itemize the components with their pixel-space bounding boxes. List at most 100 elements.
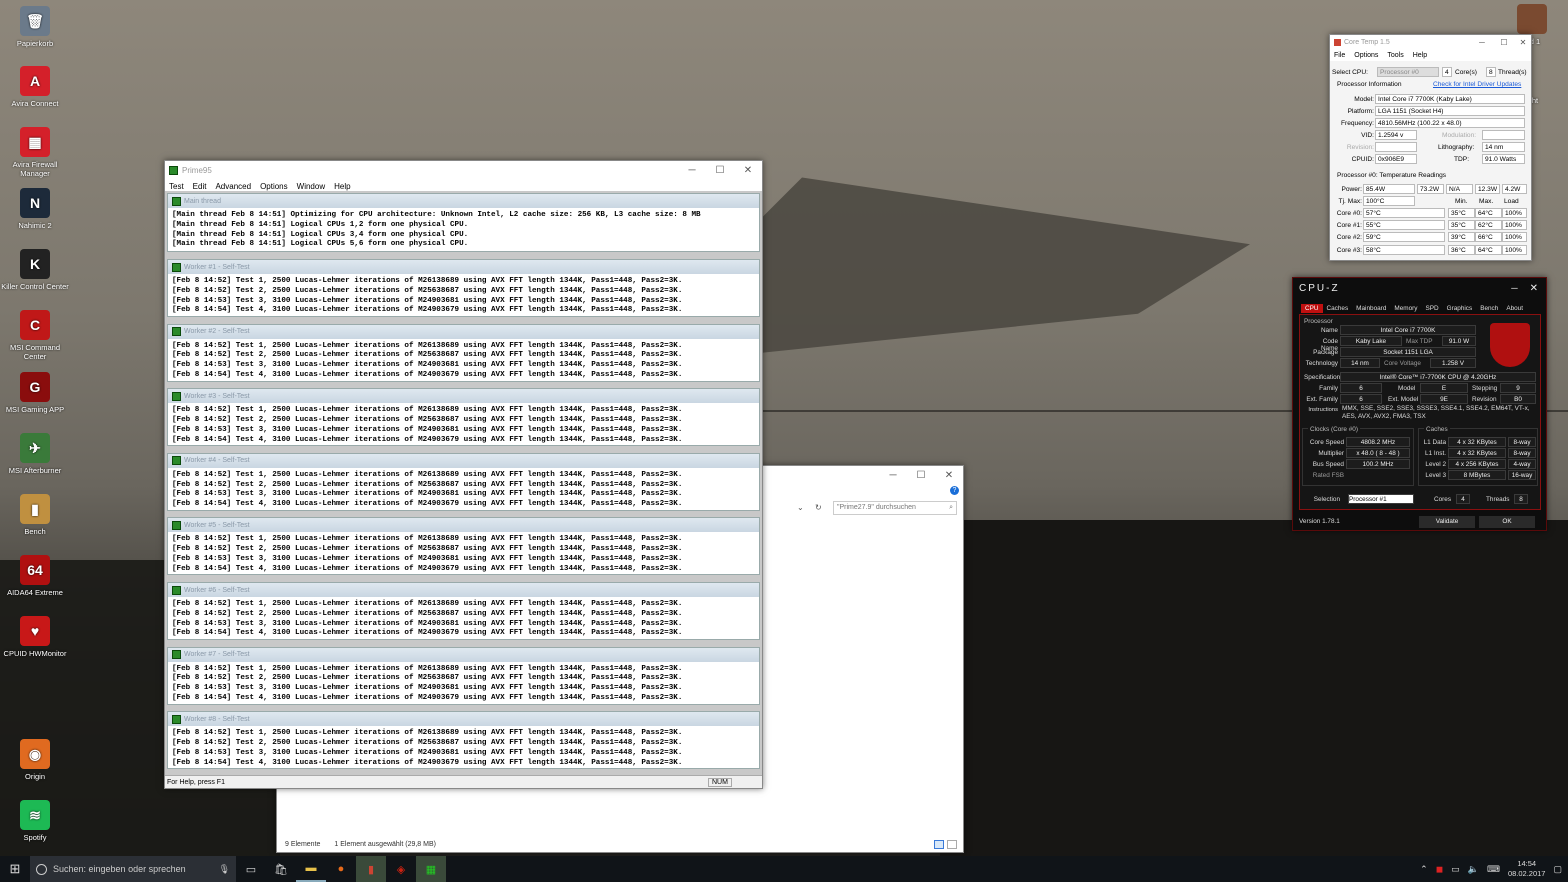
load-column-header: Load	[1504, 198, 1519, 205]
maximize-icon[interactable]: ☐	[706, 165, 734, 176]
menu-item-options[interactable]: Options	[260, 182, 288, 191]
menu-item-help[interactable]: Help	[1413, 52, 1427, 59]
desktop-icon[interactable]: 64 AIDA64 Extreme	[0, 555, 70, 597]
minimize-icon[interactable]: ─	[1511, 283, 1519, 293]
cpuz-taskbar-icon[interactable]: ◈	[386, 856, 416, 882]
processor-select[interactable]: Processor #0	[1377, 67, 1439, 77]
maximize-icon[interactable]: ☐	[1493, 38, 1515, 47]
chevron-up-icon[interactable]: ⌃	[1420, 864, 1428, 875]
tab-memory[interactable]: Memory	[1390, 304, 1421, 313]
coretemp-taskbar-icon[interactable]: ▮	[356, 856, 386, 882]
desktop-icon[interactable]: A Avira Connect	[0, 66, 70, 108]
menu-item-advanced[interactable]: Advanced	[215, 182, 251, 191]
close-icon[interactable]: ✕	[935, 470, 963, 481]
worker-window[interactable]: Worker #8 - Self-Test [Feb 8 14:52] Test …	[167, 711, 760, 770]
close-icon[interactable]: ✕	[1530, 283, 1540, 294]
minimize-icon[interactable]: ─	[1471, 38, 1493, 47]
firefox-icon[interactable]: ●	[326, 856, 356, 882]
store-icon[interactable]: 🛍	[266, 856, 296, 882]
log-line: [Feb 8 14:52] Test 2, 2500 Lucas-Lehmer …	[172, 545, 683, 554]
close-icon[interactable]: ✕	[1515, 38, 1531, 47]
tab-mainboard[interactable]: Mainboard	[1352, 304, 1390, 313]
prime95-titlebar[interactable]: Prime95 ─ ☐ ✕	[165, 161, 762, 179]
desktop-icon[interactable]: N Nahimic 2	[0, 188, 70, 230]
coretemp-titlebar[interactable]: Core Temp 1.5 ─ ☐ ✕	[1330, 35, 1531, 49]
worker-window[interactable]: Worker #2 - Self-Test [Feb 8 14:52] Test …	[167, 323, 760, 382]
maximize-icon[interactable]: ☐	[907, 470, 935, 481]
close-icon[interactable]: ✕	[734, 165, 762, 176]
minimize-icon[interactable]: ─	[879, 470, 907, 481]
worker-titlebar[interactable]: Main thread	[168, 194, 759, 208]
desktop-icon[interactable]: C MSI Command Center	[0, 310, 70, 361]
prime95-taskbar-icon[interactable]: ▦	[416, 856, 446, 882]
desktop-icon[interactable]: ✈ MSI Afterburner	[0, 433, 70, 475]
menu-item-tools[interactable]: Tools	[1387, 52, 1403, 59]
menu-item-test[interactable]: Test	[169, 182, 184, 191]
tab-cpu[interactable]: CPU	[1301, 304, 1323, 313]
worker-titlebar[interactable]: Worker #5 - Self-Test	[168, 518, 759, 533]
volume-icon[interactable]: 🔈	[1468, 864, 1479, 875]
menu-item-help[interactable]: Help	[334, 182, 350, 191]
worker-window[interactable]: Worker #5 - Self-Test [Feb 8 14:52] Test …	[167, 517, 760, 576]
menu-item-window[interactable]: Window	[297, 182, 325, 191]
max-tdp-value: 91.0 W	[1442, 336, 1476, 346]
worker-titlebar[interactable]: Worker #3 - Self-Test	[168, 389, 759, 404]
prime95-window[interactable]: Prime95 ─ ☐ ✕ Test Edit Advanced Options Windo…	[164, 160, 763, 789]
cpuz-titlebar[interactable]: CPU-Z ─ ✕	[1293, 278, 1546, 298]
taskbar: ⊞ Suchen: eingeben oder sprechen 🎙 ▭ 🛍 ▬…	[0, 856, 1568, 882]
windows-start-icon[interactable]: ⊞	[0, 856, 30, 882]
chevron-down-icon[interactable]: ⌄	[797, 503, 809, 513]
cpuid-label: CPUID:	[1351, 156, 1374, 163]
tab-bench[interactable]: Bench	[1476, 304, 1502, 313]
worker-window[interactable]: Main thread [Main thread Feb 8 14:51] Opt…	[167, 193, 760, 252]
avira-tray-icon[interactable]: ◼	[1436, 864, 1443, 875]
tab-about[interactable]: About	[1502, 304, 1527, 313]
tab-caches[interactable]: Caches	[1323, 304, 1353, 313]
worker-titlebar[interactable]: Worker #8 - Self-Test	[168, 712, 759, 727]
minimize-icon[interactable]: ─	[678, 165, 706, 176]
clock[interactable]: 14:54 08.02.2017	[1508, 859, 1546, 879]
explorer-search-input[interactable]: "Prime27.9" durchsuchen ⌕	[833, 501, 957, 515]
worker-window[interactable]: Worker #6 - Self-Test [Feb 8 14:52] Test …	[167, 582, 760, 640]
worker-titlebar[interactable]: Worker #7 - Self-Test	[168, 647, 759, 662]
network-icon[interactable]: ▭	[1451, 864, 1460, 875]
refresh-icon[interactable]: ↻	[815, 503, 822, 512]
desktop-icon[interactable]: ▮ Bench	[0, 494, 70, 536]
file-explorer-icon[interactable]: ▬	[296, 856, 326, 882]
tiles-view-icon[interactable]	[947, 840, 957, 849]
desktop-icon[interactable]: ◉ Origin	[0, 739, 70, 781]
desktop-icon[interactable]: K Killer Control Center	[0, 249, 70, 291]
tab-spd[interactable]: SPD	[1421, 304, 1442, 313]
worker-window[interactable]: Worker #4 - Self-Test [Feb 8 14:52] Test …	[167, 452, 760, 511]
help-icon[interactable]: ?	[950, 486, 959, 495]
menu-item-options[interactable]: Options	[1354, 52, 1378, 59]
notifications-icon[interactable]: ▢	[1553, 864, 1562, 875]
microphone-icon[interactable]: 🎙	[219, 864, 230, 875]
desktop-icon[interactable]: ▦ Avira Firewall Manager	[0, 127, 70, 178]
cpuz-window[interactable]: CPU-Z ─ ✕ CPU Caches Mainboard Memory SPD Gra…	[1292, 277, 1547, 531]
menu-item-edit[interactable]: Edit	[193, 182, 207, 191]
intel-driver-link[interactable]: Check for Intel Driver Updates	[1433, 81, 1521, 88]
task-view-icon[interactable]: ▭	[236, 856, 266, 882]
validate-button[interactable]: Validate	[1419, 516, 1475, 528]
menu-item-file[interactable]: File	[1334, 52, 1345, 59]
worker-window[interactable]: Worker #1 - Self-Test [Feb 8 14:52] Test …	[167, 259, 760, 317]
worker-window[interactable]: Worker #3 - Self-Test [Feb 8 14:52] Test …	[167, 388, 760, 447]
prime95-icon	[172, 196, 181, 206]
taskbar-search-input[interactable]: Suchen: eingeben oder sprechen 🎙	[30, 856, 236, 882]
desktop-icon[interactable]: G MSI Gaming APP	[0, 372, 70, 414]
keyboard-icon[interactable]: ⌨	[1487, 864, 1500, 875]
coretemp-window[interactable]: Core Temp 1.5 ─ ☐ ✕ File Options Tools Help S…	[1329, 34, 1532, 261]
processor-selection-dropdown[interactable]: Processor #1	[1348, 494, 1414, 504]
ok-button[interactable]: OK	[1479, 516, 1535, 528]
details-view-icon[interactable]	[934, 840, 944, 849]
desktop-icon[interactable]: ≋ Spotify	[0, 800, 70, 842]
worker-window[interactable]: Worker #7 - Self-Test [Feb 8 14:52] Test …	[167, 646, 760, 705]
worker-titlebar[interactable]: Worker #1 - Self-Test	[168, 260, 759, 274]
desktop-icon[interactable]: 🗑 Papierkorb	[0, 6, 70, 48]
worker-titlebar[interactable]: Worker #6 - Self-Test	[168, 583, 759, 597]
tab-graphics[interactable]: Graphics	[1443, 304, 1477, 313]
desktop-icon[interactable]: ♥ CPUID HWMonitor	[0, 616, 70, 658]
worker-titlebar[interactable]: Worker #2 - Self-Test	[168, 324, 759, 339]
worker-titlebar[interactable]: Worker #4 - Self-Test	[168, 453, 759, 468]
